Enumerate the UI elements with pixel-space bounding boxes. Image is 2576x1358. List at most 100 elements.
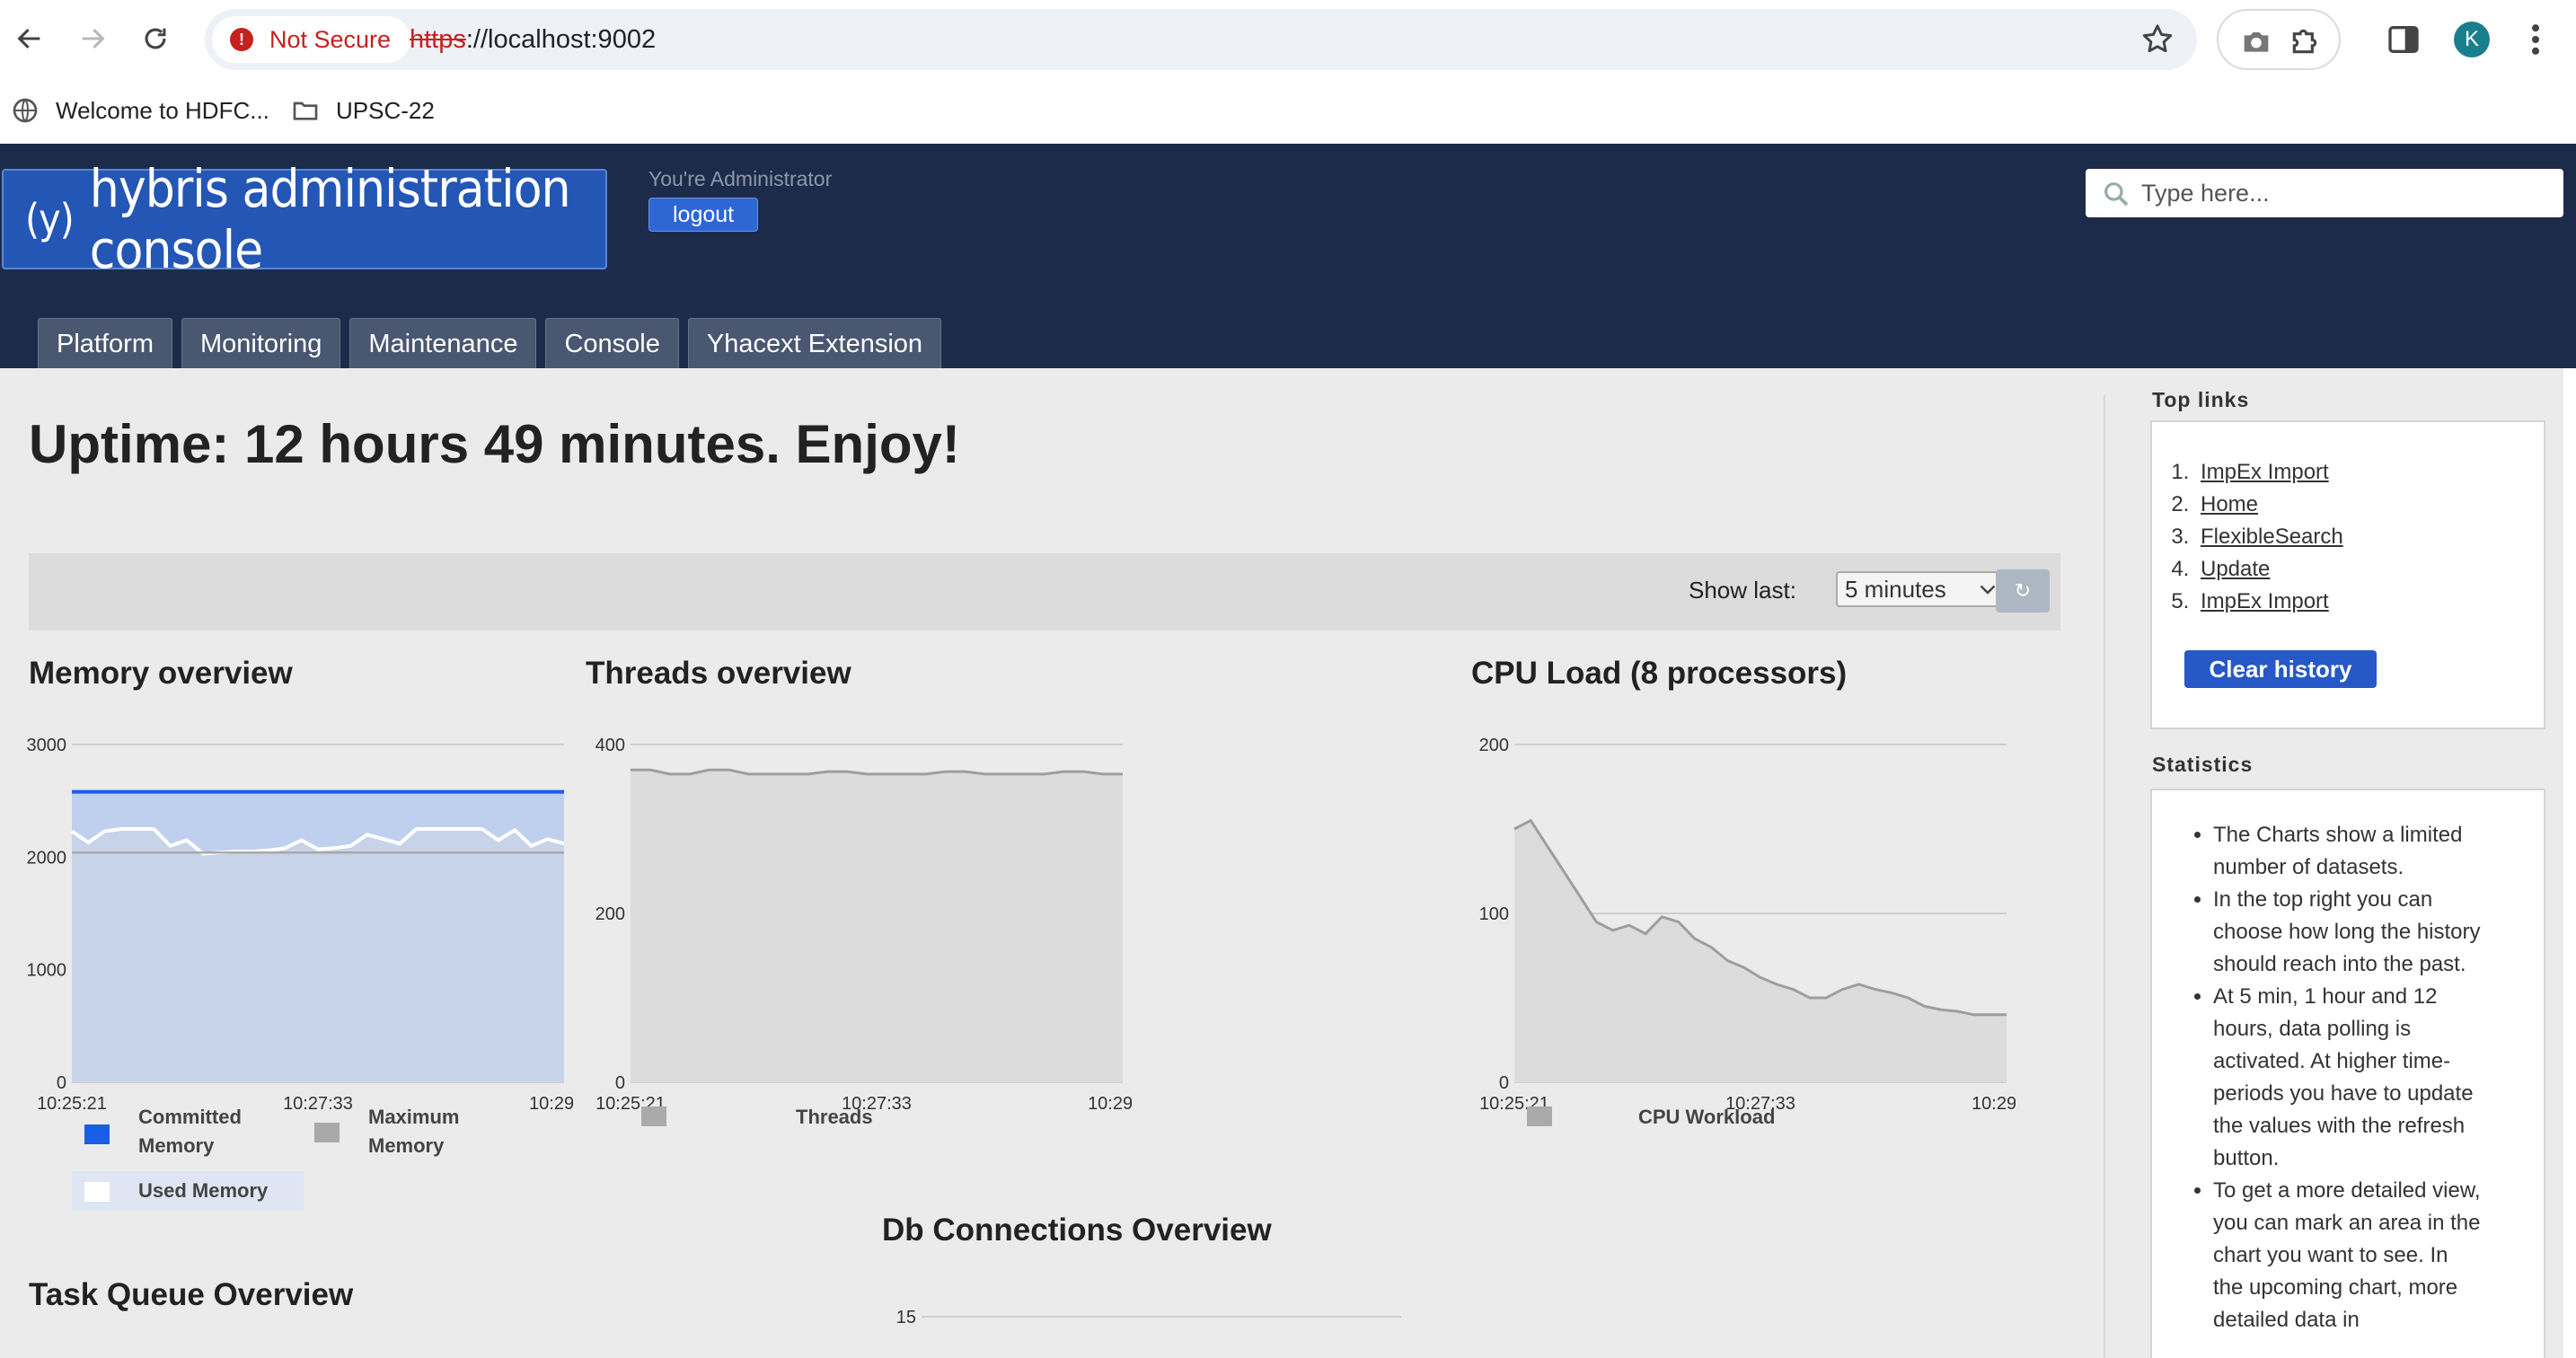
legend-swatch-committed — [84, 1124, 110, 1144]
y-tick-label: 0 — [57, 1073, 66, 1093]
top-link-impex-import-2[interactable]: ImpEx Import — [2201, 589, 2329, 613]
logo-text: hybris administration console — [89, 158, 571, 280]
y-tick-label: 0 — [615, 1073, 625, 1093]
logout-button[interactable]: logout — [648, 198, 759, 232]
list-item: ImpEx Import — [2195, 456, 2343, 489]
reload-icon — [145, 28, 166, 49]
list-item: Home — [2195, 489, 2343, 521]
y-tick-label: 1000 — [27, 961, 67, 981]
forward-arrow-icon — [82, 28, 105, 49]
y-tick-label: 2000 — [27, 848, 67, 868]
db-chart-svg: 15 — [896, 1308, 1401, 1327]
search-icon — [2104, 182, 2129, 207]
more-menu-icon[interactable] — [2522, 20, 2549, 59]
camera-icon[interactable] — [2238, 23, 2274, 59]
back-button[interactable] — [7, 16, 52, 61]
x-tick-label: 10:25:21 — [37, 1094, 107, 1114]
y-tick-label: 3000 — [27, 736, 67, 755]
page-header: (y) hybris administration console You're… — [0, 144, 2576, 368]
logo-mark: (y) — [25, 195, 75, 243]
threads-title: Threads overview — [586, 656, 851, 691]
top-link-update[interactable]: Update — [2201, 557, 2270, 581]
list-item: To get a more detailed view, you can mar… — [2213, 1175, 2483, 1336]
y-tick-label: 15 — [896, 1308, 916, 1327]
legend-swatch-used — [84, 1182, 110, 1202]
bookmark-hdfc[interactable]: Welcome to HDFC... — [11, 90, 269, 131]
legend-used: Used Memory — [138, 1179, 269, 1202]
list-item: In the top right you can choose how long… — [2213, 884, 2483, 981]
y-tick-label: 100 — [1479, 904, 1509, 924]
chevron-down-icon — [1980, 585, 1996, 595]
y-tick-label: 200 — [1479, 736, 1509, 755]
list-item: Update — [2195, 553, 2343, 586]
back-arrow-icon — [17, 28, 40, 49]
nav-tab-yhacext[interactable]: Yhacext Extension — [687, 318, 942, 368]
url-text[interactable]: https://localhost:9002 — [410, 9, 656, 70]
y-tick-label: 0 — [1499, 1073, 1509, 1093]
sidebar-divider — [2104, 395, 2105, 1358]
nav-tab-platform[interactable]: Platform — [38, 318, 172, 368]
legend-threads: Threads — [796, 1106, 873, 1128]
side-panel-icon[interactable] — [2386, 22, 2422, 57]
cpu-title: CPU Load (8 processors) — [1471, 656, 1848, 691]
search-input[interactable] — [2141, 169, 2554, 217]
legend-swatch-threads — [641, 1107, 666, 1126]
legend-maximum: Maximum Memory — [368, 1106, 460, 1157]
legend-committed: Committed Memory — [138, 1106, 242, 1157]
top-link-home[interactable]: Home — [2201, 492, 2258, 516]
bookmark-folder-upsc[interactable]: UPSC-22 — [291, 90, 435, 131]
series-area-used — [72, 829, 564, 1082]
memory-chart[interactable]: 0 1000 2000 3000 10:25:21 10:27:33 10:29:39 — [16, 723, 599, 1145]
nav-tab-monitoring[interactable]: Monitoring — [181, 318, 341, 368]
globe-icon — [13, 98, 38, 123]
refresh-icon: ↻ — [2014, 579, 2032, 602]
threads-chart-svg: 020040010:25:2110:27:3310:29:39 — [595, 736, 1158, 1114]
x-tick-label: 10:29:39 — [1088, 1094, 1132, 1114]
bookmarks-bar: Welcome to HDFC... UPSC-22 — [0, 77, 2576, 144]
task-queue-title: Task Queue Overview — [29, 1277, 354, 1312]
profile-avatar[interactable]: K — [2454, 22, 2490, 57]
list-item: ImpEx Import — [2195, 586, 2343, 618]
time-range-select[interactable]: 5 minutes — [1836, 571, 2005, 607]
time-range-bar: Show last: 5 minutes ↻ — [29, 553, 2060, 630]
bookmark-star-icon[interactable] — [2139, 22, 2175, 57]
puzzle-extension-icon[interactable] — [2287, 23, 2323, 59]
cpu-chart[interactable]: 010020010:25:2110:27:3310:29:39 — [1459, 723, 2042, 1145]
warning-icon: ! — [230, 28, 253, 51]
x-tick-label: 10:29:39 — [529, 1094, 573, 1114]
uptime-heading: Uptime: 12 hours 49 minutes. Enjoy! — [29, 414, 960, 474]
y-tick-label: 400 — [595, 736, 625, 755]
main-nav: Platform Monitoring Maintenance Console … — [38, 318, 942, 368]
address-bar[interactable]: ! Not Secure https://localhost:9002 — [205, 9, 2197, 70]
memory-title: Memory overview — [29, 656, 293, 691]
legend-cpu: CPU Workload — [1638, 1106, 1776, 1128]
show-last-label: Show last: — [1689, 577, 1796, 604]
browser-toolbar: ! Not Secure https://localhost:9002 K — [0, 0, 2576, 77]
url-scheme: https — [410, 25, 466, 54]
search-box — [2086, 169, 2563, 217]
forward-button[interactable] — [70, 16, 115, 61]
top-link-impex-import[interactable]: ImpEx Import — [2201, 460, 2329, 484]
security-indicator[interactable]: ! Not Secure — [212, 16, 411, 63]
top-links-list: ImpEx Import Home FlexibleSearch Update … — [2195, 456, 2343, 618]
user-role-text: You're Administrator — [648, 167, 833, 190]
legend-swatch-cpu — [1527, 1107, 1552, 1126]
cpu-chart-svg: 010020010:25:2110:27:3310:29:39 — [1479, 736, 2042, 1114]
nav-tab-maintenance[interactable]: Maintenance — [349, 318, 537, 368]
db-chart[interactable]: 15 — [880, 1299, 1419, 1353]
top-links-title: Top links — [2152, 388, 2250, 411]
top-link-flexiblesearch[interactable]: FlexibleSearch — [2201, 525, 2343, 549]
statistics-title: Statistics — [2152, 753, 2254, 776]
refresh-button[interactable]: ↻ — [1996, 569, 2050, 613]
clear-history-button[interactable]: Clear history — [2184, 650, 2377, 688]
extensions-group — [2217, 9, 2341, 70]
reload-button[interactable] — [133, 16, 178, 61]
threads-chart[interactable]: 020040010:25:2110:27:3310:29:39 — [575, 723, 1158, 1145]
list-item: FlexibleSearch — [2195, 521, 2343, 553]
bookmark-label: Welcome to HDFC... — [56, 96, 269, 124]
folder-icon — [293, 101, 318, 120]
nav-tab-console[interactable]: Console — [545, 318, 679, 368]
top-links-box: ImpEx Import Home FlexibleSearch Update … — [2150, 420, 2545, 729]
hybris-logo[interactable]: (y) hybris administration console — [2, 158, 607, 280]
y-tick-label: 200 — [595, 904, 625, 924]
